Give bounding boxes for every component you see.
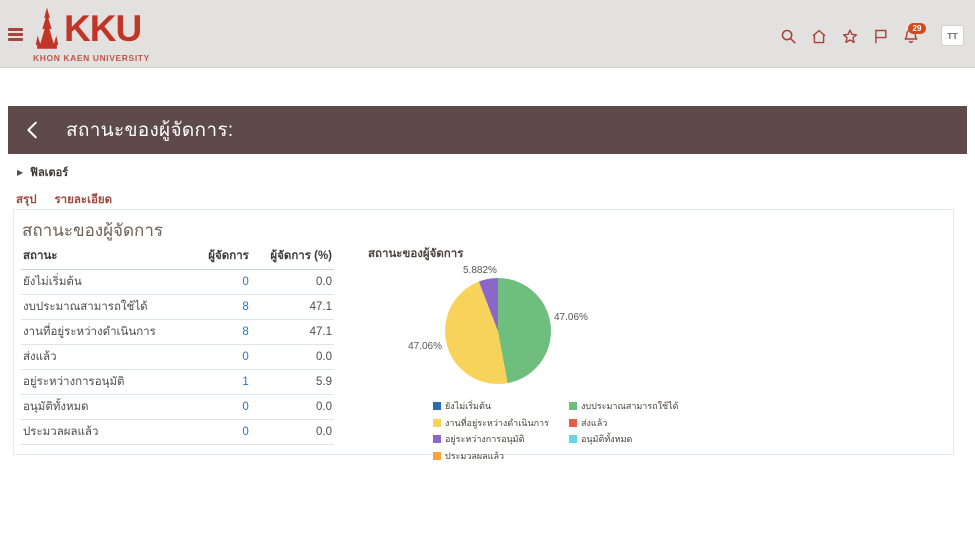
manager-count-link[interactable]: 8 (194, 294, 250, 319)
legend-swatch (569, 419, 577, 427)
legend-swatch (433, 419, 441, 427)
legend-label: ประมวลผลแล้ว (445, 449, 504, 463)
legend-item: ส่งแล้ว (569, 416, 679, 430)
manager-pct-cell: 0.0 (251, 344, 334, 369)
status-cell: ประมวลผลแล้ว (21, 419, 194, 444)
table-row: ส่งแล้ว00.0 (21, 344, 334, 369)
summary-card: สถานะของผู้จัดการ สถานะ ผู้จัดการ ผู้จัด… (13, 209, 954, 455)
manager-pct-cell: 47.1 (251, 294, 334, 319)
manager-pct-cell: 5.9 (251, 369, 334, 394)
table-row: งานที่อยู่ระหว่างดำเนินการ847.1 (21, 319, 334, 344)
legend-label: ยังไม่เริ่มต้น (445, 399, 491, 413)
col-managers-pct: ผู้จัดการ (%) (251, 244, 334, 269)
manager-count-link[interactable]: 8 (194, 319, 250, 344)
legend-label: งานที่อยู่ระหว่างดำเนินการ (445, 416, 549, 430)
status-cell: อยู่ระหว่างการอนุมัติ (21, 369, 194, 394)
pie-label-budget: 47.06% (554, 312, 588, 323)
status-cell: งานที่อยู่ระหว่างดำเนินการ (21, 319, 194, 344)
user-avatar[interactable]: TT (941, 25, 964, 46)
star-icon[interactable] (841, 28, 859, 45)
search-icon[interactable] (780, 28, 797, 45)
pagoda-icon (32, 7, 62, 58)
header-actions (780, 27, 920, 45)
legend-label: ส่งแล้ว (581, 416, 607, 430)
table-row: อนุมัติทั้งหมด00.0 (21, 394, 334, 419)
legend-label: อนุมัติทั้งหมด (581, 432, 632, 446)
legend-item: ประมวลผลแล้ว (433, 449, 563, 463)
manager-pct-cell: 0.0 (251, 269, 334, 294)
flag-icon[interactable] (872, 28, 889, 45)
caret-right-icon: ▶ (17, 168, 23, 177)
filter-toggle[interactable]: ▶ ฟิลเตอร์ (17, 163, 68, 181)
page-title: สถานะของผู้จัดการ: (66, 115, 233, 145)
manager-pct-cell: 0.0 (251, 419, 334, 444)
legend-label: งบประมาณสามารถใช้ได้ (581, 399, 679, 413)
manager-count-link[interactable]: 0 (194, 344, 250, 369)
notification-badge[interactable]: 29 (908, 23, 926, 34)
chart-title: สถานะของผู้จัดการ (368, 245, 463, 263)
col-status: สถานะ (21, 244, 194, 269)
home-icon[interactable] (810, 28, 828, 45)
legend-swatch (433, 452, 441, 460)
status-table: สถานะ ผู้จัดการ ผู้จัดการ (%) ยังไม่เริ่… (21, 244, 334, 445)
kku-logo-text: KKU (64, 7, 141, 51)
pie-label-approval: 5.882% (463, 265, 497, 276)
page-title-bar: สถานะของผู้จัดการ: (8, 106, 967, 154)
table-row: งบประมาณสามารถใช้ได้847.1 (21, 294, 334, 319)
top-header: KKU KHON KAEN UNIVERSITY (0, 0, 975, 68)
legend-item: งานที่อยู่ระหว่างดำเนินการ (433, 416, 563, 430)
manager-pct-cell: 0.0 (251, 394, 334, 419)
pie-chart[interactable] (445, 278, 551, 384)
status-table-body: ยังไม่เริ่มต้น00.0งบประมาณสามารถใช้ได้84… (21, 269, 334, 444)
status-cell: ยังไม่เริ่มต้น (21, 269, 194, 294)
legend-swatch (569, 402, 577, 410)
university-name: KHON KAEN UNIVERSITY (33, 53, 150, 63)
status-cell: อนุมัติทั้งหมด (21, 394, 194, 419)
legend-swatch (569, 435, 577, 443)
legend-label: อยู่ระหว่างการอนุมัติ (445, 432, 524, 446)
legend-item: ยังไม่เริ่มต้น (433, 399, 563, 413)
table-row: อยู่ระหว่างการอนุมัติ15.9 (21, 369, 334, 394)
back-chevron-icon[interactable] (22, 119, 44, 141)
col-managers: ผู้จัดการ (194, 244, 250, 269)
pie-label-inprogress: 47.06% (362, 341, 442, 352)
legend-item: งบประมาณสามารถใช้ได้ (569, 399, 679, 413)
manager-count-link[interactable]: 0 (194, 269, 250, 294)
legend-swatch (433, 402, 441, 410)
status-cell: ส่งแล้ว (21, 344, 194, 369)
legend-item: อยู่ระหว่างการอนุมัติ (433, 432, 563, 446)
filter-label: ฟิลเตอร์ (30, 163, 68, 181)
manager-count-link[interactable]: 0 (194, 394, 250, 419)
section-title: สถานะของผู้จัดการ (22, 217, 163, 244)
kku-logo[interactable]: KKU (32, 7, 141, 58)
chart-legend: ยังไม่เริ่มต้น งบประมาณสามารถใช้ได้งานที่… (433, 399, 679, 463)
manager-count-link[interactable]: 1 (194, 369, 250, 394)
manager-pct-cell: 47.1 (251, 319, 334, 344)
status-cell: งบประมาณสามารถใช้ได้ (21, 294, 194, 319)
legend-item: อนุมัติทั้งหมด (569, 432, 679, 446)
menu-icon[interactable] (8, 28, 23, 41)
page: KKU KHON KAEN UNIVERSITY (0, 0, 975, 547)
legend-swatch (433, 435, 441, 443)
manager-count-link[interactable]: 0 (194, 419, 250, 444)
table-header-row: สถานะ ผู้จัดการ ผู้จัดการ (%) (21, 244, 334, 269)
table-row: ยังไม่เริ่มต้น00.0 (21, 269, 334, 294)
table-row: ประมวลผลแล้ว00.0 (21, 419, 334, 444)
